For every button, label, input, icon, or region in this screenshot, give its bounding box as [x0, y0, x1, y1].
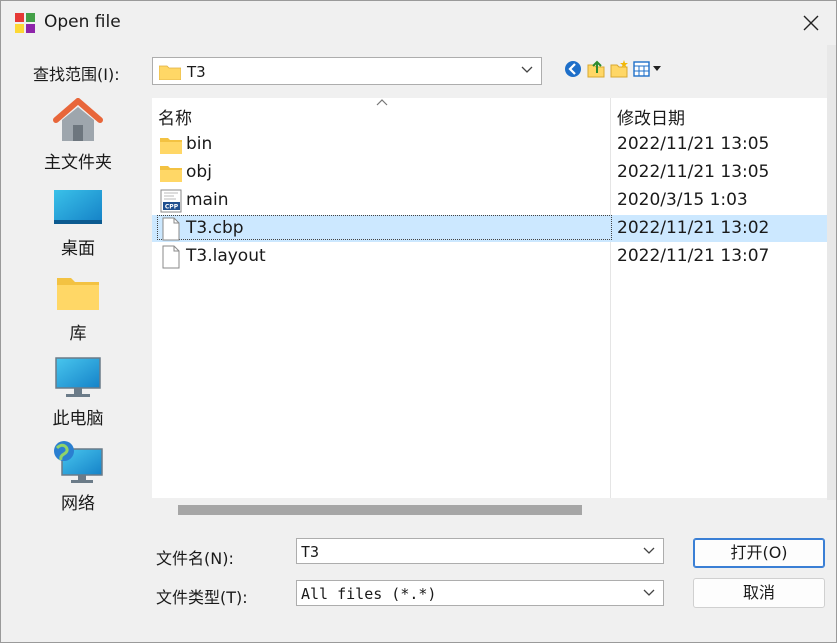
lookin-value: T3	[187, 63, 206, 81]
file-row[interactable]: CPP main 2020/3/15 1:03	[152, 187, 827, 214]
filename-label: 文件名(N):	[156, 549, 234, 568]
close-icon	[803, 15, 819, 31]
file-row-selected[interactable]: T3.cbp 2022/11/21 13:02	[152, 215, 827, 242]
column-divider[interactable]	[610, 98, 611, 498]
column-header-name[interactable]: 名称	[158, 104, 192, 129]
lookin-combo[interactable]: T3	[152, 57, 542, 85]
view-menu-icon[interactable]	[633, 59, 665, 79]
cancel-button[interactable]: 取消	[693, 578, 825, 608]
file-date: 2022/11/21 13:05	[617, 162, 770, 182]
place-label: 主文件夹	[44, 153, 112, 173]
file-name: obj	[186, 162, 212, 182]
open-file-dialog: Open file 查找范围(I): T3 主文件夹 桌面 库 此电脑 网络 名…	[0, 0, 837, 643]
filename-combo[interactable]: T3	[296, 538, 664, 564]
place-this-pc[interactable]: 此电脑	[7, 348, 145, 432]
file-date: 2022/11/21 13:07	[617, 246, 770, 266]
filename-value: T3	[301, 543, 320, 561]
up-folder-icon[interactable]	[586, 59, 606, 79]
file-row[interactable]: obj 2022/11/21 13:05	[152, 159, 827, 186]
file-date: 2020/3/15 1:03	[617, 190, 748, 210]
place-label: 网络	[61, 494, 95, 514]
close-button[interactable]	[786, 1, 836, 45]
svg-text:CPP: CPP	[165, 204, 179, 211]
file-name: T3.cbp	[186, 218, 244, 238]
place-network[interactable]: 网络	[7, 433, 145, 517]
file-date: 2022/11/21 13:05	[617, 134, 770, 154]
chevron-down-icon	[521, 66, 533, 73]
chevron-down-icon[interactable]	[643, 589, 655, 597]
back-icon[interactable]	[563, 59, 583, 79]
file-icon	[162, 217, 180, 241]
place-label: 此电脑	[52, 409, 104, 429]
filetype-label: 文件类型(T):	[156, 588, 248, 607]
place-label: 桌面	[61, 239, 95, 259]
window-title: Open file	[44, 12, 121, 32]
network-icon	[54, 441, 103, 483]
horizontal-scrollbar-thumb[interactable]	[178, 505, 582, 515]
place-label: 库	[69, 324, 87, 344]
sort-ascending-icon	[376, 99, 388, 106]
file-list[interactable]: 名称 修改日期 bin 2022/11/21 13:05 obj 2022/11…	[152, 98, 827, 498]
open-button[interactable]: 打开(O)	[693, 538, 825, 568]
file-name: main	[186, 190, 229, 210]
filetype-value: All files (*.*)	[301, 585, 437, 603]
computer-icon	[55, 357, 101, 397]
file-icon	[162, 245, 180, 269]
folder-icon	[160, 138, 182, 154]
folder-icon	[160, 166, 182, 182]
vertical-scrollbar-track[interactable]	[827, 45, 836, 500]
file-row[interactable]: bin 2022/11/21 13:05	[152, 131, 827, 158]
place-desktop[interactable]: 桌面	[7, 178, 145, 262]
column-header-date[interactable]: 修改日期	[617, 104, 685, 129]
file-name: bin	[186, 134, 213, 154]
file-name: T3.layout	[186, 246, 266, 266]
filetype-combo[interactable]: All files (*.*)	[296, 580, 664, 606]
places-sidebar: 主文件夹 桌面 库 此电脑 网络	[7, 92, 145, 632]
title-bar[interactable]: Open file	[1, 1, 836, 45]
app-icon	[15, 13, 35, 33]
horizontal-scrollbar[interactable]	[152, 498, 827, 520]
cpp-file-icon: CPP	[160, 189, 182, 213]
new-folder-icon[interactable]	[609, 59, 629, 79]
library-folder-icon	[57, 278, 99, 310]
file-date: 2022/11/21 13:02	[617, 218, 770, 238]
folder-icon	[159, 65, 181, 80]
home-icon	[53, 98, 103, 141]
place-home[interactable]: 主文件夹	[7, 92, 145, 176]
lookin-label: 查找范围(I):	[33, 65, 120, 84]
place-library[interactable]: 库	[7, 263, 145, 347]
desktop-icon	[54, 190, 102, 224]
file-row[interactable]: T3.layout 2022/11/21 13:07	[152, 243, 827, 270]
chevron-down-icon[interactable]	[643, 547, 655, 555]
